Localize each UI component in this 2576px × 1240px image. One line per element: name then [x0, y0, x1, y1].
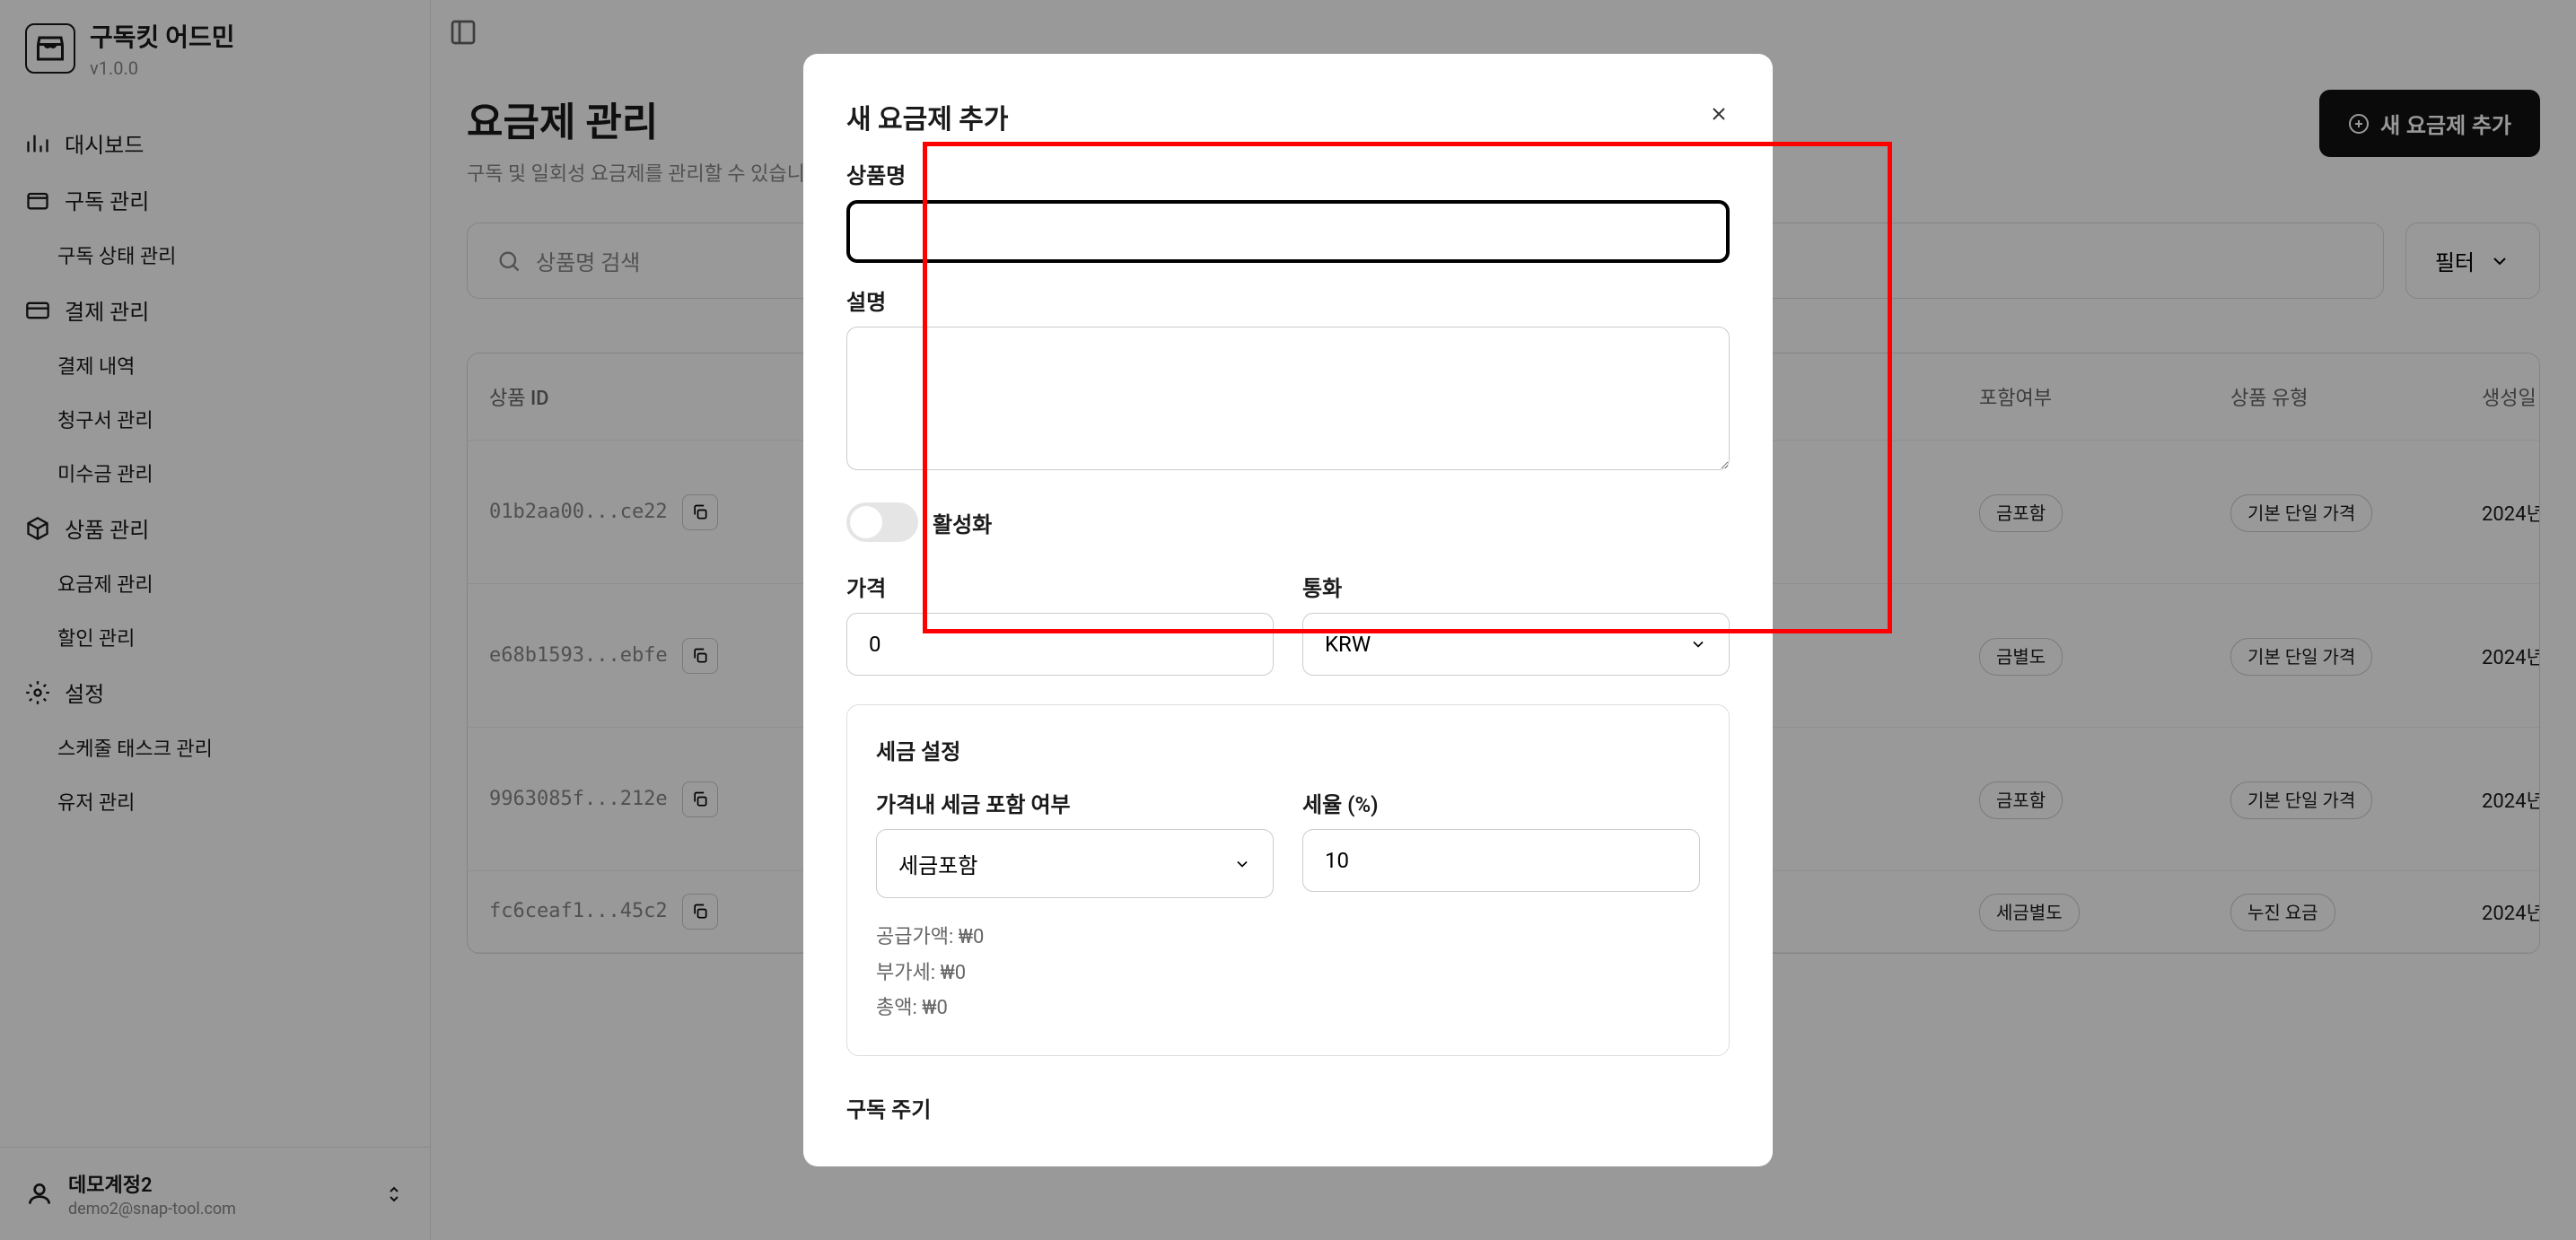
chevron-down-icon: [1689, 635, 1707, 653]
price-input[interactable]: [846, 613, 1274, 676]
product-name-input[interactable]: [846, 200, 1730, 263]
close-button[interactable]: [1708, 102, 1730, 131]
product-name-label: 상품명: [846, 158, 1730, 189]
total-amount: 총액: ₩0: [876, 991, 1700, 1026]
tax-included-select[interactable]: 세금포함: [876, 829, 1274, 898]
active-label: 활성화: [933, 507, 992, 538]
close-icon: [1708, 103, 1730, 125]
currency-value: KRW: [1325, 632, 1371, 657]
tax-rate-label: 세율 (%): [1302, 787, 1700, 818]
tax-settings-box: 세금 설정 가격내 세금 포함 여부 세금포함 세율 (%) 공급가액: ₩0 …: [846, 704, 1730, 1056]
modal-header: 새 요금제 추가: [846, 97, 1730, 136]
description-textarea[interactable]: [846, 327, 1730, 470]
price-currency-row: 가격 통화 KRW: [846, 571, 1730, 676]
tax-rate-input[interactable]: [1302, 829, 1700, 892]
description-label: 설명: [846, 284, 1730, 316]
tax-summary: 공급가액: ₩0 부가세: ₩0 총액: ₩0: [876, 920, 1700, 1026]
currency-select[interactable]: KRW: [1302, 613, 1730, 676]
supply-amount: 공급가액: ₩0: [876, 920, 1700, 956]
vat-amount: 부가세: ₩0: [876, 956, 1700, 991]
currency-label: 통화: [1302, 571, 1730, 602]
add-plan-modal: 새 요금제 추가 상품명 설명 활성화 가격 통화 KRW 세금 설정: [803, 54, 1773, 1166]
form-group-product-name: 상품명: [846, 158, 1730, 263]
form-group-description: 설명: [846, 284, 1730, 474]
modal-title: 새 요금제 추가: [846, 97, 1009, 136]
cycle-section-title: 구독 주기: [846, 1092, 1730, 1123]
tax-option-value: 세금포함: [898, 848, 977, 879]
price-label: 가격: [846, 571, 1274, 602]
active-toggle[interactable]: [846, 502, 918, 542]
tax-settings-title: 세금 설정: [876, 734, 1700, 765]
chevron-down-icon: [1233, 855, 1251, 873]
active-toggle-row: 활성화: [846, 502, 1730, 542]
tax-included-label: 가격내 세금 포함 여부: [876, 787, 1274, 818]
